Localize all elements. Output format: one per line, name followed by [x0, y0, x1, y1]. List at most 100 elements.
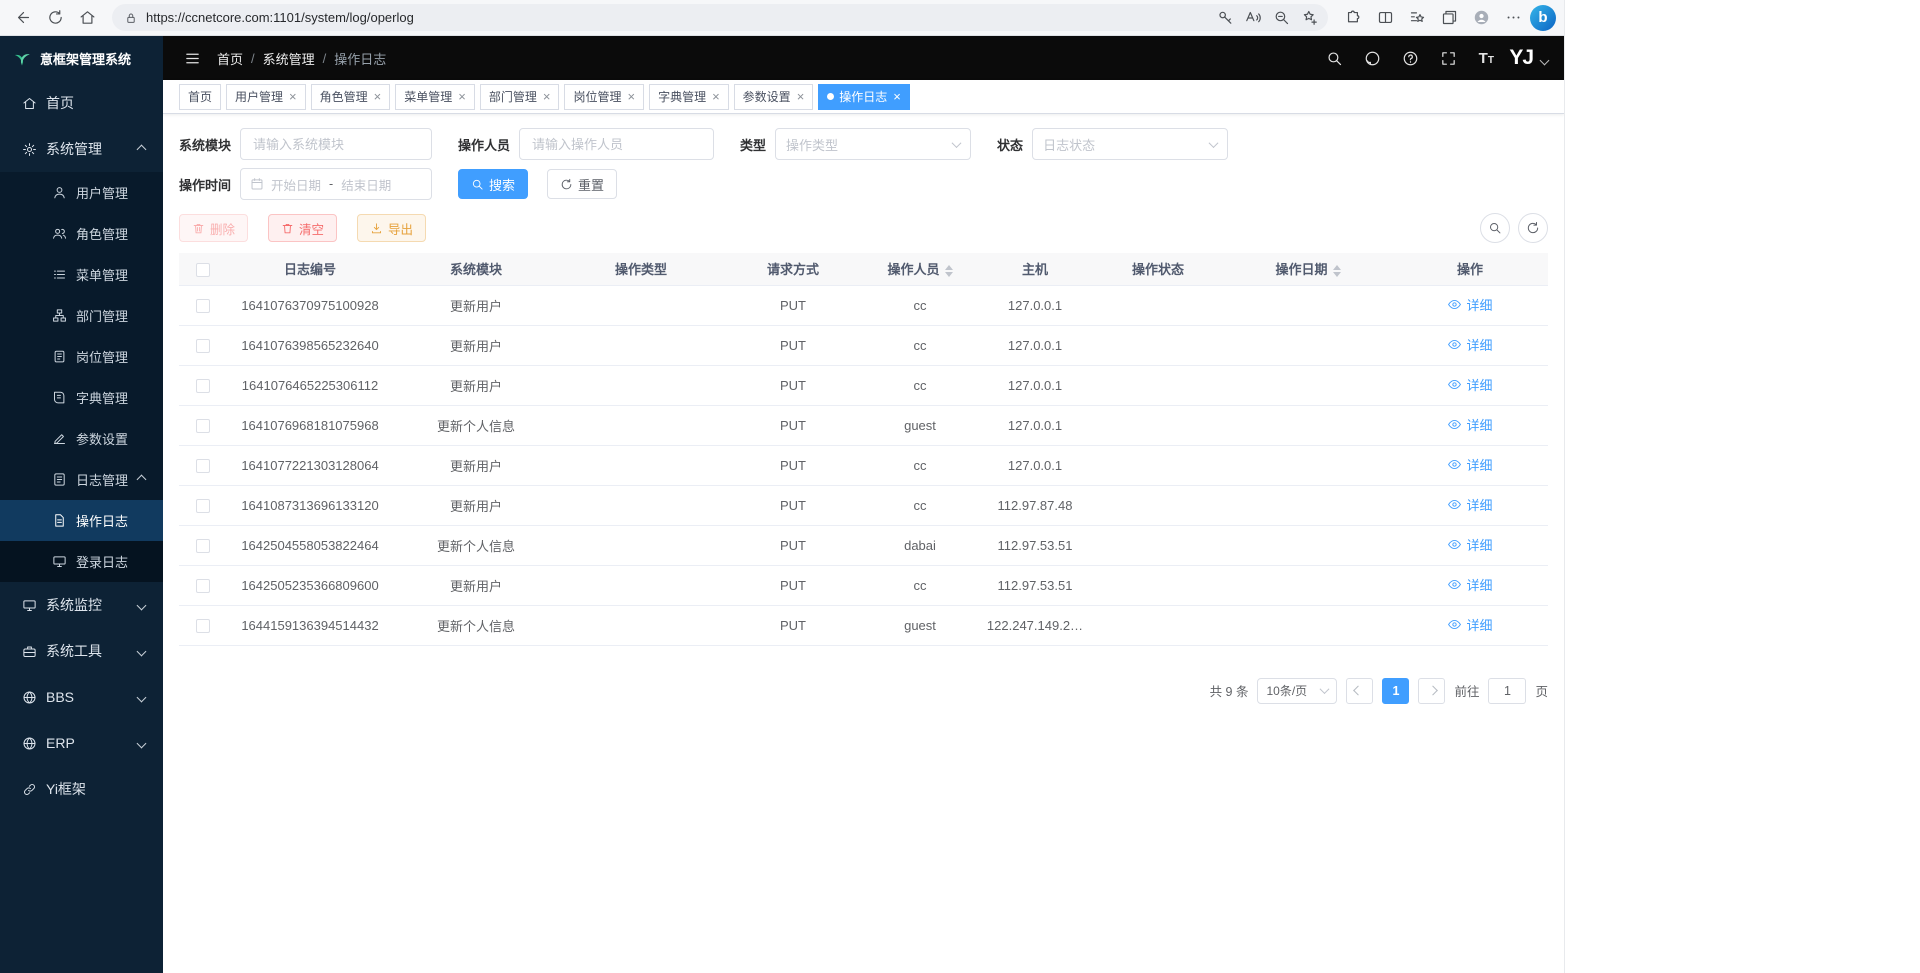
- sidebar-item-menu-mgmt[interactable]: 菜单管理: [0, 254, 163, 295]
- sidebar-item-system-mgmt[interactable]: 系统管理: [0, 126, 163, 172]
- row-checkbox[interactable]: [196, 579, 210, 593]
- user-logo[interactable]: YJ: [1509, 46, 1533, 70]
- search-icon[interactable]: [1321, 45, 1347, 71]
- breadcrumb-item[interactable]: 首页: [217, 49, 243, 68]
- hamburger-icon[interactable]: [179, 45, 205, 71]
- sidebar-item-user-mgmt[interactable]: 用户管理: [0, 172, 163, 213]
- sidebar-item-system-tools[interactable]: 系统工具: [0, 628, 163, 674]
- row-checkbox[interactable]: [196, 339, 210, 353]
- ellipsis-icon[interactable]: [1498, 3, 1528, 33]
- detail-link[interactable]: 详细: [1447, 575, 1492, 594]
- chevron-down-icon[interactable]: [1540, 55, 1550, 65]
- sidebar-item-post-mgmt[interactable]: 岗位管理: [0, 336, 163, 377]
- key-icon[interactable]: [1212, 5, 1238, 31]
- close-icon[interactable]: ×: [893, 91, 901, 103]
- split-screen-icon[interactable]: [1370, 3, 1400, 33]
- back-icon[interactable]: [8, 3, 38, 33]
- row-checkbox[interactable]: [196, 619, 210, 633]
- fullscreen-icon[interactable]: [1435, 45, 1461, 71]
- type-select[interactable]: 操作类型: [775, 128, 971, 160]
- prev-page-button[interactable]: [1346, 678, 1373, 704]
- close-icon[interactable]: ×: [543, 91, 551, 103]
- close-icon[interactable]: ×: [712, 91, 720, 103]
- sidebar-item-erp[interactable]: ERP: [0, 720, 163, 766]
- toggle-search-button[interactable]: [1480, 213, 1510, 243]
- close-icon[interactable]: ×: [797, 91, 805, 103]
- sidebar-item-login-log[interactable]: 登录日志: [0, 541, 163, 582]
- sidebar-item-oper-log[interactable]: 操作日志: [0, 500, 163, 541]
- tab-操作日志[interactable]: 操作日志×: [818, 84, 910, 110]
- detail-link[interactable]: 详细: [1447, 535, 1492, 554]
- zoom-out-icon[interactable]: [1268, 5, 1294, 31]
- tree-icon: [52, 308, 67, 323]
- row-checkbox[interactable]: [196, 419, 210, 433]
- collections-icon[interactable]: [1434, 3, 1464, 33]
- sidebar-item-home[interactable]: 首页: [0, 80, 163, 126]
- refresh-icon[interactable]: [40, 3, 70, 33]
- module-input[interactable]: [240, 128, 432, 160]
- page-size-select[interactable]: 10条/页: [1257, 678, 1337, 704]
- detail-link[interactable]: 详细: [1447, 495, 1492, 514]
- row-checkbox[interactable]: [196, 379, 210, 393]
- goto-page-input[interactable]: [1488, 678, 1526, 704]
- home-icon[interactable]: [72, 3, 102, 33]
- extensions-icon[interactable]: [1338, 3, 1368, 33]
- sidebar-item-param-settings[interactable]: 参数设置: [0, 418, 163, 459]
- tab-部门管理[interactable]: 部门管理×: [480, 84, 560, 110]
- tab-用户管理[interactable]: 用户管理×: [226, 84, 306, 110]
- tab-岗位管理[interactable]: 岗位管理×: [564, 84, 644, 110]
- favorites-icon[interactable]: [1402, 3, 1432, 33]
- search-button[interactable]: 搜索: [458, 169, 528, 199]
- next-page-button[interactable]: [1418, 678, 1445, 704]
- sidebar-item-log-mgmt[interactable]: 日志管理: [0, 459, 163, 500]
- sidebar-item-system-monitor[interactable]: 系统监控: [0, 582, 163, 628]
- date-range-picker[interactable]: 开始日期 - 结束日期: [240, 168, 432, 200]
- row-checkbox[interactable]: [196, 459, 210, 473]
- column-header[interactable]: 操作人员: [862, 253, 978, 285]
- sidebar-item-yi-framework[interactable]: Yi框架: [0, 766, 163, 812]
- detail-link[interactable]: 详细: [1447, 375, 1492, 394]
- profile-icon[interactable]: [1466, 3, 1496, 33]
- status-select[interactable]: 日志状态: [1032, 128, 1228, 160]
- detail-link[interactable]: 详细: [1447, 415, 1492, 434]
- read-aloud-icon[interactable]: [1240, 5, 1266, 31]
- tab-参数设置[interactable]: 参数设置×: [734, 84, 814, 110]
- column-header[interactable]: 操作日期: [1224, 253, 1392, 285]
- copilot-icon[interactable]: b: [1530, 5, 1556, 31]
- row-checkbox[interactable]: [196, 299, 210, 313]
- close-icon[interactable]: ×: [458, 91, 466, 103]
- question-icon[interactable]: [1397, 45, 1423, 71]
- detail-link[interactable]: 详细: [1447, 295, 1492, 314]
- close-icon[interactable]: ×: [289, 91, 297, 103]
- detail-link[interactable]: 详细: [1447, 335, 1492, 354]
- tab-角色管理[interactable]: 角色管理×: [311, 84, 391, 110]
- reset-button[interactable]: 重置: [547, 169, 617, 199]
- sort-icon[interactable]: [945, 265, 953, 277]
- page-1-button[interactable]: 1: [1382, 678, 1409, 704]
- row-checkbox[interactable]: [196, 539, 210, 553]
- tab-菜单管理[interactable]: 菜单管理×: [395, 84, 475, 110]
- detail-link[interactable]: 详细: [1447, 455, 1492, 474]
- refresh-table-button[interactable]: [1518, 213, 1548, 243]
- operator-input[interactable]: [519, 128, 714, 160]
- font-size-icon[interactable]: TT: [1473, 45, 1499, 71]
- star-add-icon[interactable]: [1296, 5, 1322, 31]
- clear-button[interactable]: 清空: [268, 214, 337, 242]
- close-icon[interactable]: ×: [374, 91, 382, 103]
- detail-link[interactable]: 详细: [1447, 615, 1492, 634]
- tab-字典管理[interactable]: 字典管理×: [649, 84, 729, 110]
- export-button[interactable]: 导出: [357, 214, 426, 242]
- sidebar-item-bbs[interactable]: BBS: [0, 674, 163, 720]
- sidebar-item-dict-mgmt[interactable]: 字典管理: [0, 377, 163, 418]
- sidebar-item-dept-mgmt[interactable]: 部门管理: [0, 295, 163, 336]
- tab-首页[interactable]: 首页: [179, 84, 221, 110]
- sort-icon[interactable]: [1333, 265, 1341, 277]
- address-bar[interactable]: https://ccnetcore.com:1101/system/log/op…: [112, 4, 1328, 31]
- breadcrumb-item[interactable]: 系统管理: [263, 49, 315, 68]
- close-icon[interactable]: ×: [627, 91, 635, 103]
- select-all-checkbox[interactable]: [196, 263, 210, 277]
- delete-button[interactable]: 删除: [179, 214, 248, 242]
- sidebar-item-role-mgmt[interactable]: 角色管理: [0, 213, 163, 254]
- row-checkbox[interactable]: [196, 499, 210, 513]
- github-icon[interactable]: [1359, 45, 1385, 71]
